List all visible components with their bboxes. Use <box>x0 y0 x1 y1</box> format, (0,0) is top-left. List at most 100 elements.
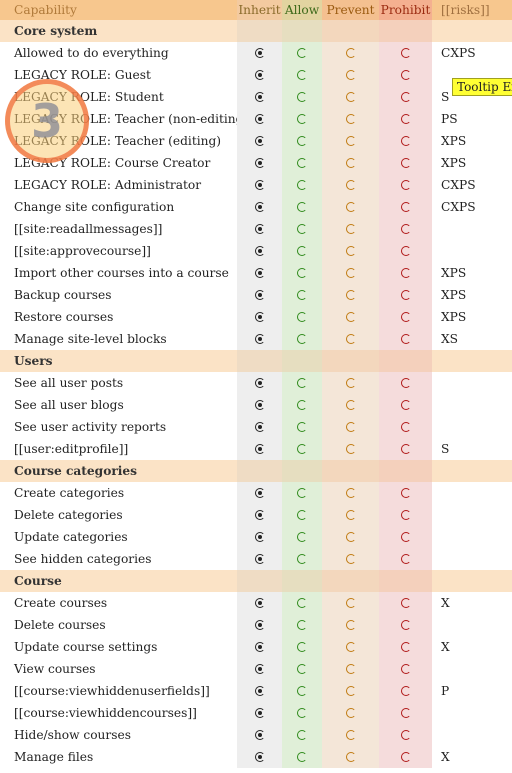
inherit-radio[interactable] <box>254 752 265 762</box>
allow-radio[interactable] <box>297 752 307 762</box>
prohibit-radio[interactable] <box>400 202 411 212</box>
prohibit-radio[interactable] <box>400 224 411 234</box>
prohibit-radio[interactable] <box>400 620 411 630</box>
allow-radio[interactable] <box>297 224 307 234</box>
prohibit-radio[interactable] <box>400 532 411 542</box>
prohibit-radio[interactable] <box>400 730 411 740</box>
inherit-radio[interactable] <box>254 268 265 278</box>
allow-radio[interactable] <box>297 642 307 652</box>
prevent-radio[interactable] <box>345 48 356 58</box>
inherit-radio[interactable] <box>254 136 265 146</box>
prohibit-radio[interactable] <box>400 510 411 520</box>
prohibit-radio[interactable] <box>400 554 411 564</box>
inherit-radio[interactable] <box>254 290 265 300</box>
allow-radio[interactable] <box>297 114 307 124</box>
prevent-radio[interactable] <box>345 114 356 124</box>
prevent-radio[interactable] <box>345 290 356 300</box>
prohibit-radio[interactable] <box>400 488 411 498</box>
prevent-radio[interactable] <box>345 378 356 388</box>
inherit-radio[interactable] <box>254 246 265 256</box>
prevent-radio[interactable] <box>345 202 356 212</box>
allow-radio[interactable] <box>297 180 307 190</box>
allow-radio[interactable] <box>297 70 307 80</box>
inherit-radio[interactable] <box>254 70 265 80</box>
inherit-radio[interactable] <box>254 158 265 168</box>
prohibit-radio[interactable] <box>400 444 411 454</box>
prevent-radio[interactable] <box>345 136 356 146</box>
allow-radio[interactable] <box>297 664 307 674</box>
allow-radio[interactable] <box>297 290 307 300</box>
allow-radio[interactable] <box>297 136 307 146</box>
prohibit-radio[interactable] <box>400 400 411 410</box>
prevent-radio[interactable] <box>345 158 356 168</box>
inherit-radio[interactable] <box>254 532 265 542</box>
allow-radio[interactable] <box>297 532 307 542</box>
prohibit-radio[interactable] <box>400 752 411 762</box>
inherit-radio[interactable] <box>254 334 265 344</box>
allow-radio[interactable] <box>297 158 307 168</box>
inherit-radio[interactable] <box>254 180 265 190</box>
prohibit-radio[interactable] <box>400 92 411 102</box>
prevent-radio[interactable] <box>345 598 356 608</box>
prohibit-radio[interactable] <box>400 686 411 696</box>
prohibit-radio[interactable] <box>400 158 411 168</box>
prohibit-radio[interactable] <box>400 642 411 652</box>
inherit-radio[interactable] <box>254 312 265 322</box>
prohibit-radio[interactable] <box>400 246 411 256</box>
prohibit-radio[interactable] <box>400 268 411 278</box>
inherit-radio[interactable] <box>254 554 265 564</box>
inherit-radio[interactable] <box>254 444 265 454</box>
allow-radio[interactable] <box>297 510 307 520</box>
allow-radio[interactable] <box>297 620 307 630</box>
inherit-radio[interactable] <box>254 202 265 212</box>
allow-radio[interactable] <box>297 554 307 564</box>
prevent-radio[interactable] <box>345 246 356 256</box>
prevent-radio[interactable] <box>345 400 356 410</box>
allow-radio[interactable] <box>297 422 307 432</box>
allow-radio[interactable] <box>297 488 307 498</box>
prevent-radio[interactable] <box>345 422 356 432</box>
prohibit-radio[interactable] <box>400 136 411 146</box>
inherit-radio[interactable] <box>254 378 265 388</box>
inherit-radio[interactable] <box>254 510 265 520</box>
prevent-radio[interactable] <box>345 488 356 498</box>
prohibit-radio[interactable] <box>400 708 411 718</box>
prohibit-radio[interactable] <box>400 114 411 124</box>
allow-radio[interactable] <box>297 268 307 278</box>
allow-radio[interactable] <box>297 312 307 322</box>
prohibit-radio[interactable] <box>400 598 411 608</box>
allow-radio[interactable] <box>297 444 307 454</box>
allow-radio[interactable] <box>297 598 307 608</box>
allow-radio[interactable] <box>297 708 307 718</box>
inherit-radio[interactable] <box>254 598 265 608</box>
inherit-radio[interactable] <box>254 92 265 102</box>
prevent-radio[interactable] <box>345 664 356 674</box>
inherit-radio[interactable] <box>254 488 265 498</box>
prevent-radio[interactable] <box>345 444 356 454</box>
prevent-radio[interactable] <box>345 268 356 278</box>
prevent-radio[interactable] <box>345 334 356 344</box>
allow-radio[interactable] <box>297 400 307 410</box>
prevent-radio[interactable] <box>345 752 356 762</box>
inherit-radio[interactable] <box>254 400 265 410</box>
allow-radio[interactable] <box>297 48 307 58</box>
prevent-radio[interactable] <box>345 554 356 564</box>
inherit-radio[interactable] <box>254 730 265 740</box>
prevent-radio[interactable] <box>345 312 356 322</box>
prohibit-radio[interactable] <box>400 180 411 190</box>
prevent-radio[interactable] <box>345 510 356 520</box>
allow-radio[interactable] <box>297 686 307 696</box>
allow-radio[interactable] <box>297 246 307 256</box>
prohibit-radio[interactable] <box>400 312 411 322</box>
inherit-radio[interactable] <box>254 114 265 124</box>
prevent-radio[interactable] <box>345 180 356 190</box>
allow-radio[interactable] <box>297 92 307 102</box>
prohibit-radio[interactable] <box>400 378 411 388</box>
prohibit-radio[interactable] <box>400 48 411 58</box>
inherit-radio[interactable] <box>254 708 265 718</box>
inherit-radio[interactable] <box>254 664 265 674</box>
prevent-radio[interactable] <box>345 532 356 542</box>
prohibit-radio[interactable] <box>400 290 411 300</box>
inherit-radio[interactable] <box>254 620 265 630</box>
prevent-radio[interactable] <box>345 92 356 102</box>
